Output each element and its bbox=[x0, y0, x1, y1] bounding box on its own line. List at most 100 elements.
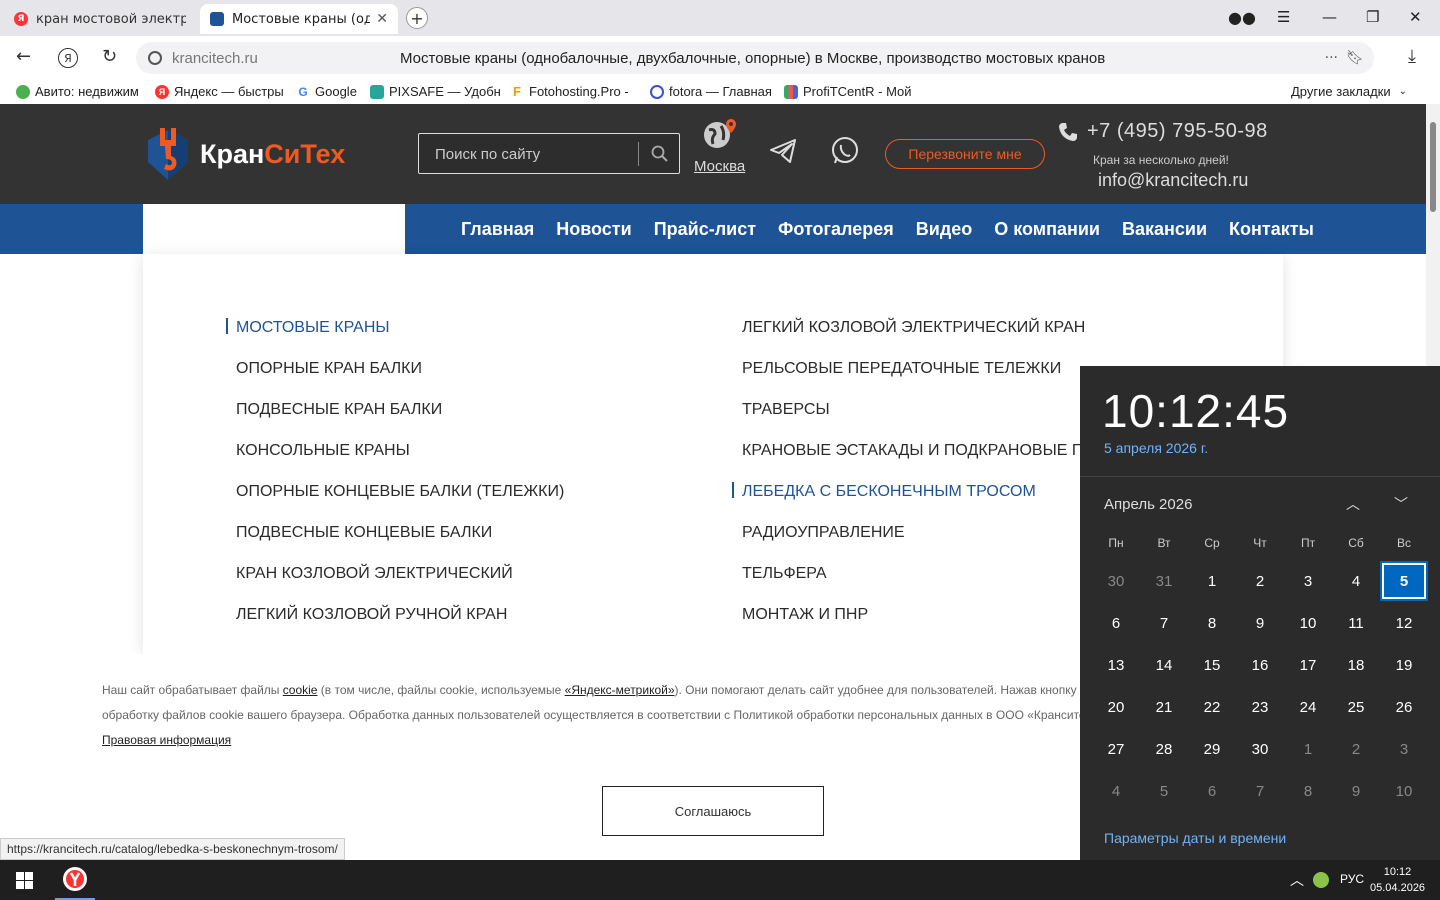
calendar-day[interactable]: 13 bbox=[1094, 647, 1138, 683]
calendar-day[interactable]: 29 bbox=[1190, 731, 1234, 767]
chevron-up-icon[interactable]: ︿ bbox=[1346, 494, 1360, 514]
calendar-day[interactable]: 26 bbox=[1382, 689, 1426, 725]
calendar-day[interactable]: 30 bbox=[1094, 563, 1138, 599]
calendar-day[interactable]: 10 bbox=[1286, 605, 1330, 641]
calendar-day[interactable]: 5 bbox=[1142, 773, 1186, 809]
calendar-day[interactable]: 9 bbox=[1238, 605, 1282, 641]
calendar-day[interactable]: 8 bbox=[1190, 605, 1234, 641]
catalog-menu-item[interactable]: МОНТАЖ И ПНР bbox=[742, 605, 1094, 646]
calendar-day[interactable]: 17 bbox=[1286, 647, 1330, 683]
calendar-day[interactable]: 3 bbox=[1286, 563, 1330, 599]
close-window-icon[interactable]: ✕ bbox=[1409, 8, 1422, 26]
new-tab-button[interactable]: + bbox=[406, 7, 428, 29]
calendar-day[interactable]: 28 bbox=[1142, 731, 1186, 767]
calendar-day[interactable]: 20 bbox=[1094, 689, 1138, 725]
catalog-menu-item[interactable]: РАДИОУПРАВЛЕНИЕ bbox=[742, 523, 1094, 564]
nav-item-home[interactable]: Главная bbox=[461, 219, 534, 240]
callback-button[interactable]: Перезвоните мне bbox=[885, 139, 1045, 169]
yandex-home-icon[interactable]: Я bbox=[58, 48, 78, 68]
calendar-day[interactable]: 8 bbox=[1286, 773, 1330, 809]
calendar-day[interactable]: 22 bbox=[1190, 689, 1234, 725]
catalog-menu-item[interactable]: ЛЕГКИЙ КОЗЛОВОЙ ЭЛЕКТРИЧЕСКИЙ КРАН bbox=[742, 318, 1094, 359]
date-time-settings-link[interactable]: Параметры даты и времени bbox=[1104, 830, 1286, 846]
calendar-day[interactable]: 30 bbox=[1238, 731, 1282, 767]
chevron-down-icon[interactable]: ﹀ bbox=[1394, 494, 1408, 514]
nav-item-video[interactable]: Видео bbox=[916, 219, 973, 240]
calendar-day[interactable]: 6 bbox=[1094, 605, 1138, 641]
more-icon[interactable]: ··· bbox=[1325, 50, 1338, 66]
calendar-day[interactable]: 24 bbox=[1286, 689, 1330, 725]
tab-krancitech[interactable]: Мостовые краны (одно ✕ bbox=[200, 4, 398, 34]
calendar-day[interactable]: 15 bbox=[1190, 647, 1234, 683]
other-bookmarks[interactable]: Другие закладки ⌄ bbox=[1291, 84, 1407, 99]
catalog-menu-item[interactable]: КРАНОВЫЕ ЭСТАКАДЫ И ПОДКРАНОВЫЕ ПУ bbox=[742, 441, 1094, 482]
calendar-day[interactable]: 3 bbox=[1382, 731, 1426, 767]
calendar-day-today[interactable]: 5 bbox=[1380, 561, 1428, 601]
cookie-link[interactable]: cookie bbox=[283, 683, 318, 697]
reload-icon[interactable]: ↻ bbox=[102, 46, 117, 67]
catalog-menu-item[interactable]: КОНСОЛЬНЫЕ КРАНЫ bbox=[236, 441, 564, 482]
bookmark-fotora[interactable]: fotora — Главная bbox=[650, 84, 772, 99]
language-indicator[interactable]: РУС bbox=[1340, 872, 1364, 886]
calendar-day[interactable]: 31 bbox=[1142, 563, 1186, 599]
minimize-icon[interactable]: — bbox=[1322, 8, 1337, 26]
incognito-icon[interactable]: ●● bbox=[1228, 8, 1256, 27]
calendar-day[interactable]: 9 bbox=[1334, 773, 1378, 809]
calendar-day[interactable]: 23 bbox=[1238, 689, 1282, 725]
metrika-link[interactable]: «Яндекс-метрикой» bbox=[565, 683, 675, 697]
catalog-menu-item[interactable]: ОПОРНЫЕ КОНЦЕВЫЕ БАЛКИ (ТЕЛЕЖКИ) bbox=[236, 482, 564, 523]
email-link[interactable]: info@krancitech.ru bbox=[1098, 170, 1248, 191]
calendar-day[interactable]: 2 bbox=[1334, 731, 1378, 767]
restore-icon[interactable]: ❐ bbox=[1366, 8, 1379, 26]
phone-link[interactable]: +7 (495) 795-50-98 bbox=[1058, 120, 1268, 143]
telegram-icon[interactable] bbox=[768, 136, 798, 166]
network-icon[interactable] bbox=[1313, 872, 1329, 888]
calendar-day[interactable]: 7 bbox=[1238, 773, 1282, 809]
nav-item-about[interactable]: О компании bbox=[994, 219, 1100, 240]
catalog-menu-item[interactable]: ТЕЛЬФЕРА bbox=[742, 564, 1094, 605]
agree-button[interactable]: Соглашаюсь bbox=[602, 786, 824, 836]
windows-start-icon[interactable] bbox=[16, 872, 33, 889]
legal-link-label[interactable]: Правовая информация bbox=[102, 733, 231, 747]
catalog-menu-item[interactable]: ПОДВЕСНЫЕ КРАН БАЛКИ bbox=[236, 400, 564, 441]
close-tab-icon[interactable]: ✕ bbox=[376, 11, 388, 27]
catalog-menu-item[interactable]: ЛЕБЕДКА С БЕСКОНЕЧНЫМ ТРОСОМ bbox=[732, 482, 1094, 523]
bookmark-profitcentr[interactable]: ProfiTCentR - Мой bbox=[784, 84, 912, 99]
omnibox[interactable]: krancitech.ru Мостовые краны (однобалочн… bbox=[136, 42, 1374, 74]
chevron-up-icon[interactable]: ︿ bbox=[1290, 870, 1304, 890]
catalog-menu-item[interactable]: ТРАВЕРСЫ bbox=[742, 400, 1094, 441]
calendar-day[interactable]: 7 bbox=[1142, 605, 1186, 641]
catalog-menu-item[interactable]: ПОДВЕСНЫЕ КОНЦЕВЫЕ БАЛКИ bbox=[236, 523, 564, 564]
calendar-day[interactable]: 11 bbox=[1334, 605, 1378, 641]
tab-yandex-search[interactable]: Я кран мостовой электриче bbox=[4, 4, 196, 34]
calendar-day[interactable]: 21 bbox=[1142, 689, 1186, 725]
calendar-day[interactable]: 14 bbox=[1142, 647, 1186, 683]
calendar-day[interactable]: 2 bbox=[1238, 563, 1282, 599]
whatsapp-icon[interactable] bbox=[831, 136, 859, 166]
back-icon[interactable]: ← bbox=[16, 46, 31, 67]
bookmark-google[interactable]: G Google bbox=[296, 84, 357, 99]
calendar-day[interactable]: 16 bbox=[1238, 647, 1282, 683]
nav-item-contacts[interactable]: Контакты bbox=[1229, 219, 1314, 240]
calendar-day[interactable]: 12 bbox=[1382, 605, 1426, 641]
catalog-menu-item[interactable]: КРАН КОЗЛОВОЙ ЭЛЕКТРИЧЕСКИЙ bbox=[236, 564, 564, 605]
legal-link[interactable]: Правовая информация bbox=[102, 733, 231, 747]
bookmark-yandex[interactable]: Я Яндекс — быстры bbox=[155, 84, 284, 99]
calendar-day[interactable]: 6 bbox=[1190, 773, 1234, 809]
nav-item-vacancies[interactable]: Вакансии bbox=[1122, 219, 1207, 240]
calendar-month[interactable]: Апрель 2026 bbox=[1104, 496, 1192, 513]
bookmark-fotohosting[interactable]: F Fotohosting.Pro - bbox=[510, 84, 629, 99]
catalog-menu-item[interactable]: РЕЛЬСОВЫЕ ПЕРЕДАТОЧНЫЕ ТЕЛЕЖКИ bbox=[742, 359, 1094, 400]
catalog-menu-tab[interactable] bbox=[143, 204, 405, 254]
nav-item-gallery[interactable]: Фотогалерея bbox=[778, 219, 894, 240]
site-search[interactable]: Поиск по сайту bbox=[418, 133, 680, 174]
catalog-menu-item[interactable]: ОПОРНЫЕ КРАН БАЛКИ bbox=[236, 359, 564, 400]
search-input[interactable]: Поиск по сайту bbox=[435, 146, 540, 163]
catalog-menu-item[interactable]: МОСТОВЫЕ КРАНЫ bbox=[225, 318, 564, 359]
site-info-icon[interactable] bbox=[148, 51, 162, 65]
calendar-day[interactable]: 1 bbox=[1286, 731, 1330, 767]
site-logo[interactable]: КранСиТех bbox=[144, 126, 345, 182]
calendar-day[interactable]: 18 bbox=[1334, 647, 1378, 683]
calendar-day[interactable]: 1 bbox=[1190, 563, 1234, 599]
nav-item-news[interactable]: Новости bbox=[556, 219, 631, 240]
